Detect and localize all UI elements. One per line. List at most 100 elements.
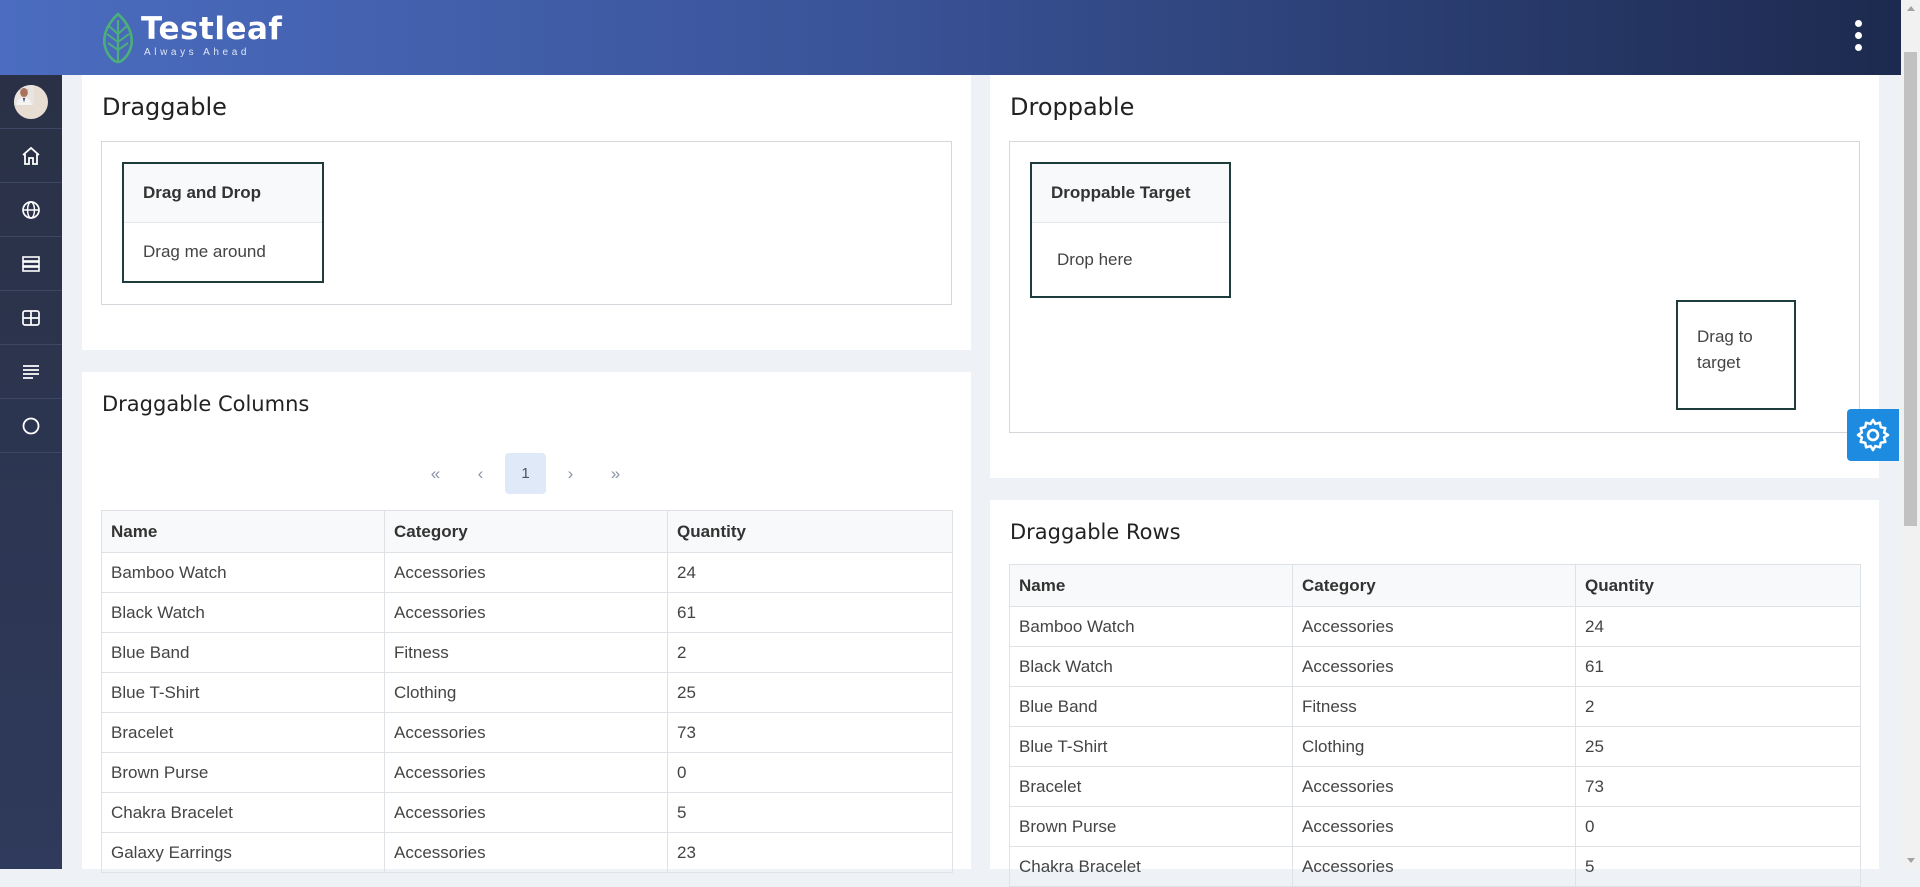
table-row: Galaxy Earrings Accessories 23 — [101, 832, 953, 873]
cell-quantity: 2 — [667, 632, 953, 673]
cell-category: Accessories — [384, 712, 668, 753]
draggable-columns-title: Draggable Columns — [102, 392, 310, 416]
cell-category: Accessories — [1292, 806, 1576, 847]
cell-name: Brown Purse — [101, 752, 385, 793]
paginator: « ‹ 1 › » — [415, 453, 640, 494]
config-button[interactable] — [1847, 409, 1899, 461]
first-page-button[interactable]: « — [415, 453, 456, 494]
grid-icon — [22, 309, 40, 326]
next-page-button[interactable]: › — [550, 453, 591, 494]
cell-name: Bracelet — [1009, 766, 1293, 807]
draggable-container: Drag and Drop Drag me around — [101, 141, 952, 305]
drag-source-box[interactable]: Drag to target — [1676, 300, 1796, 410]
cell-quantity: 5 — [667, 792, 953, 833]
cell-category: Accessories — [1292, 646, 1576, 687]
cell-name: Black Watch — [1009, 646, 1293, 687]
table-row: Blue Band Fitness 2 — [101, 632, 953, 673]
cell-quantity: 25 — [1575, 726, 1861, 767]
sidebar-item-home[interactable] — [0, 129, 62, 183]
scroll-down-icon[interactable] — [1907, 858, 1915, 863]
panel-body: Drag me around — [143, 242, 266, 261]
table-header-row: Name Category Quantity — [101, 510, 953, 553]
sidebar-item-profile[interactable] — [0, 75, 62, 129]
page-button[interactable]: 1 — [505, 453, 546, 494]
cell-category: Accessories — [1292, 606, 1576, 647]
cell-category: Fitness — [1292, 686, 1576, 727]
droppable-container: Droppable Target Drop here Drag to targe… — [1009, 141, 1860, 433]
cell-quantity: 24 — [667, 552, 953, 593]
cell-category: Accessories — [384, 792, 668, 833]
circle-icon — [22, 417, 40, 434]
logo-tagline: Always Ahead — [144, 47, 251, 58]
table-row[interactable]: Bracelet Accessories 73 — [1009, 766, 1861, 807]
cell-quantity: 73 — [667, 712, 953, 753]
table-row[interactable]: Black Watch Accessories 61 — [1009, 646, 1861, 687]
more-menu-icon[interactable] — [1853, 20, 1863, 58]
column-header[interactable]: Name — [101, 510, 385, 553]
sidebar-item-table[interactable] — [0, 291, 62, 345]
testleaf-logo[interactable]: Testleaf Always Ahead — [99, 12, 282, 64]
table-row[interactable]: Blue Band Fitness 2 — [1009, 686, 1861, 727]
cell-name: Chakra Bracelet — [1009, 846, 1293, 887]
column-header[interactable]: Category — [384, 510, 668, 553]
draggable-rows-card: Draggable Rows Name Category Quantity Ba… — [990, 500, 1879, 887]
column-header[interactable]: Quantity — [667, 510, 953, 553]
cell-name: Bamboo Watch — [1009, 606, 1293, 647]
target-body: Drop here — [1057, 250, 1133, 269]
cell-quantity: 5 — [1575, 846, 1861, 887]
prev-page-button[interactable]: ‹ — [460, 453, 501, 494]
logo-title: Testleaf — [141, 11, 283, 47]
cell-name: Blue T-Shirt — [101, 672, 385, 713]
cell-quantity: 0 — [1575, 806, 1861, 847]
cell-name: Blue T-Shirt — [1009, 726, 1293, 767]
cell-category: Clothing — [1292, 726, 1576, 767]
column-header: Quantity — [1575, 564, 1861, 607]
top-header: Testleaf Always Ahead — [0, 0, 1901, 75]
sidebar — [0, 75, 62, 869]
leaf-icon — [103, 12, 133, 64]
table-row[interactable]: Brown Purse Accessories 0 — [1009, 806, 1861, 847]
scroll-up-icon[interactable] — [1907, 6, 1915, 11]
column-header: Name — [1009, 564, 1293, 607]
cell-name: Brown Purse — [1009, 806, 1293, 847]
cell-name: Bamboo Watch — [101, 552, 385, 593]
cell-quantity: 61 — [667, 592, 953, 633]
draggable-rows-title: Draggable Rows — [1010, 520, 1181, 544]
cell-quantity: 23 — [667, 832, 953, 873]
cell-name: Blue Band — [101, 632, 385, 673]
sidebar-item-misc[interactable] — [0, 399, 62, 453]
cell-name: Blue Band — [1009, 686, 1293, 727]
align-left-icon — [23, 364, 39, 379]
sidebar-item-text[interactable] — [0, 345, 62, 399]
cell-quantity: 73 — [1575, 766, 1861, 807]
scroll-thumb[interactable] — [1904, 52, 1917, 526]
draggable-rows-table: Name Category Quantity Bamboo Watch Acces… — [1009, 564, 1861, 887]
cell-quantity: 25 — [667, 672, 953, 713]
gear-icon — [1856, 418, 1890, 452]
page-scrollbar[interactable] — [1901, 0, 1920, 869]
draggable-columns-card: Draggable Columns « ‹ 1 › » Name Categor… — [82, 372, 971, 873]
sidebar-item-browser[interactable] — [0, 183, 62, 237]
cell-name: Chakra Bracelet — [101, 792, 385, 833]
cell-quantity: 2 — [1575, 686, 1861, 727]
table-row: Chakra Bracelet Accessories 5 — [101, 792, 953, 833]
droppable-target[interactable]: Droppable Target Drop here — [1030, 162, 1231, 298]
table-row: Black Watch Accessories 61 — [101, 592, 953, 633]
table-row[interactable]: Chakra Bracelet Accessories 5 — [1009, 846, 1861, 887]
drag-and-drop-panel[interactable]: Drag and Drop Drag me around — [122, 162, 324, 283]
cell-name: Black Watch — [101, 592, 385, 633]
draggable-card: Draggable Drag and Drop Drag me around — [82, 75, 971, 350]
droppable-card: Droppable Droppable Target Drop here Dra… — [990, 75, 1879, 478]
table-row[interactable]: Blue T-Shirt Clothing 25 — [1009, 726, 1861, 767]
table-row[interactable]: Bamboo Watch Accessories 24 — [1009, 606, 1861, 647]
cell-category: Accessories — [1292, 846, 1576, 887]
cell-category: Accessories — [384, 552, 668, 593]
home-icon — [22, 146, 40, 165]
cell-category: Clothing — [384, 672, 668, 713]
drag-source-text: Drag to target — [1697, 327, 1753, 372]
sidebar-item-elements[interactable] — [0, 237, 62, 291]
avatar — [14, 84, 48, 119]
target-header: Droppable Target — [1032, 164, 1229, 223]
last-page-button[interactable]: » — [595, 453, 636, 494]
droppable-title: Droppable — [1010, 93, 1135, 121]
